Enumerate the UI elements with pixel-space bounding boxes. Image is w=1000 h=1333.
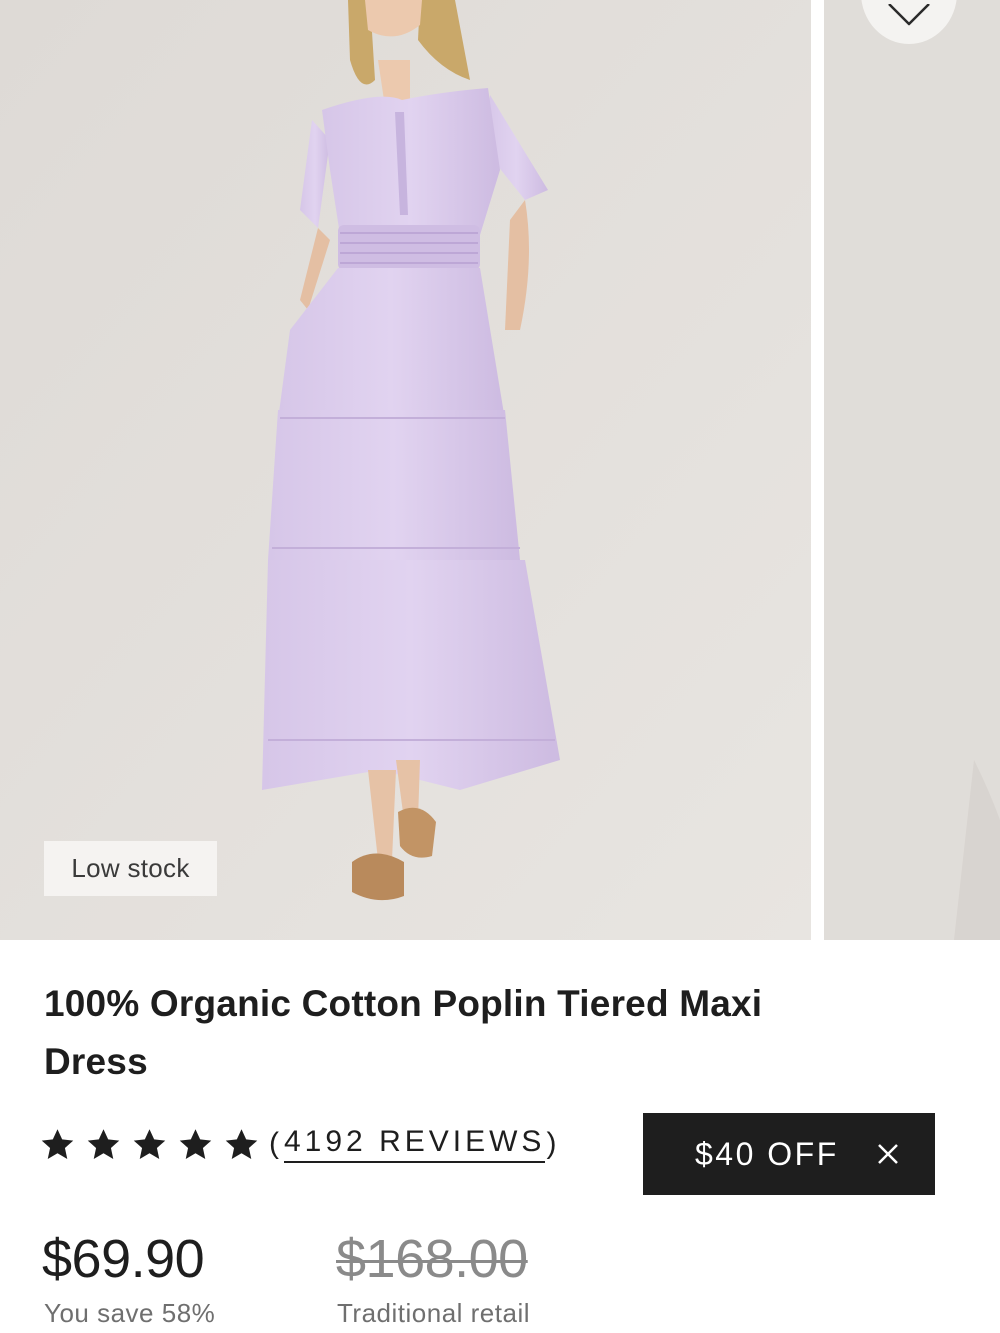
product-image-next[interactable]: [824, 0, 1000, 940]
promo-banner[interactable]: $40 OFF: [643, 1113, 935, 1195]
product-image-gallery[interactable]: Low stock: [0, 0, 1000, 940]
retail-label: Traditional retail: [337, 1298, 531, 1328]
reviews-close-paren: ): [546, 1127, 561, 1160]
reviews-open-paren: (: [269, 1127, 283, 1160]
star-icon: [179, 1128, 212, 1159]
sale-price: $69.90: [42, 1229, 205, 1289]
star-icon: [133, 1128, 166, 1159]
reviews-link[interactable]: 4192 REVIEWS: [284, 1125, 546, 1163]
heart-icon: [888, 4, 930, 26]
product-photo-next: [824, 0, 1000, 940]
close-icon[interactable]: [877, 1143, 899, 1165]
product-photo: [0, 0, 811, 940]
product-image-main[interactable]: Low stock: [0, 0, 811, 940]
star-icon: [41, 1128, 74, 1159]
promo-label: $40 OFF: [695, 1135, 839, 1172]
star-icon: [225, 1128, 258, 1159]
retail-price: $168.00: [336, 1229, 528, 1289]
product-title: 100% Organic Cotton Poplin Tiered Maxi D…: [44, 983, 763, 1082]
product-rating[interactable]: ( 4192 REVIEWS ): [40, 1120, 560, 1168]
star-icon: [87, 1128, 120, 1159]
rating-stars: [40, 1127, 259, 1162]
low-stock-badge: Low stock: [44, 841, 217, 896]
reviews-count[interactable]: ( 4192 REVIEWS ): [269, 1125, 560, 1163]
savings-text: You save 58%: [44, 1298, 216, 1328]
